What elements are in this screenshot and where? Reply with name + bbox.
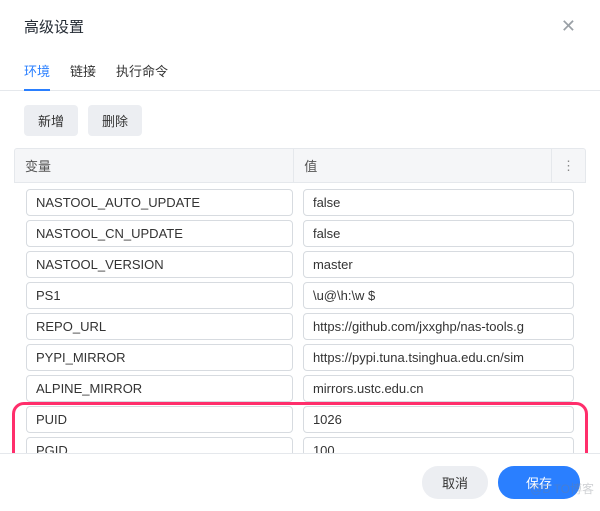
table-row[interactable]: NASTOOL_AUTO_UPDATE false <box>16 189 584 216</box>
table-row[interactable]: NASTOOL_VERSION master <box>16 251 584 278</box>
table-row[interactable]: PGID 100 <box>16 437 584 453</box>
dialog-header: 高级设置 ✕ <box>0 0 600 53</box>
table-row[interactable]: ALPINE_MIRROR mirrors.ustc.edu.cn <box>16 375 584 402</box>
env-table: 变量 值 ⋮ NASTOOL_AUTO_UPDATEfalseNASTOOL_C… <box>0 148 600 453</box>
tab-exec[interactable]: 执行命令 <box>116 53 168 90</box>
env-var-name[interactable]: NASTOOL_AUTO_UPDATE <box>26 189 293 216</box>
table-header-row: 变量 值 ⋮ <box>14 148 586 183</box>
cancel-button[interactable]: 取消 <box>422 466 488 499</box>
env-var-name[interactable]: PUID <box>26 406 293 433</box>
add-button[interactable]: 新增 <box>24 105 78 136</box>
table-row[interactable]: PYPI_MIRROR https://pypi.tuna.tsinghua.ed… <box>16 344 584 371</box>
table-body: NASTOOL_AUTO_UPDATEfalseNASTOOL_CN_UPDAT… <box>14 183 586 453</box>
table-row[interactable]: NASTOOL_CN_UPDATE false <box>16 220 584 247</box>
env-var-value[interactable]: \u@\h:\w $ <box>303 282 574 309</box>
env-var-name[interactable]: PGID <box>26 437 293 453</box>
env-var-value[interactable]: master <box>303 251 574 278</box>
env-var-value[interactable]: mirrors.ustc.edu.cn <box>303 375 574 402</box>
tab-environment[interactable]: 环境 <box>24 53 50 90</box>
env-var-value[interactable]: false <box>303 220 574 247</box>
col-header-variable[interactable]: 变量 <box>15 149 294 182</box>
tab-links[interactable]: 链接 <box>70 53 96 90</box>
env-var-value[interactable]: https://pypi.tuna.tsinghua.edu.cn/sim <box>303 344 574 371</box>
env-var-name[interactable]: PYPI_MIRROR <box>26 344 293 371</box>
header-menu-icon[interactable]: ⋮ <box>552 151 585 181</box>
delete-button[interactable]: 删除 <box>88 105 142 136</box>
toolbar: 新增 删除 <box>0 91 600 148</box>
env-var-name[interactable]: PS1 <box>26 282 293 309</box>
env-var-name[interactable]: REPO_URL <box>26 313 293 340</box>
col-header-value[interactable]: 值 <box>294 149 552 182</box>
table-row[interactable]: PUID 1026 <box>16 406 584 433</box>
tabs-bar: 环境 链接 执行命令 <box>0 53 600 91</box>
close-icon[interactable]: ✕ <box>557 14 580 39</box>
env-var-name[interactable]: NASTOOL_VERSION <box>26 251 293 278</box>
env-var-name[interactable]: NASTOOL_CN_UPDATE <box>26 220 293 247</box>
dialog-title: 高级设置 <box>24 16 84 37</box>
env-var-value[interactable]: 1026 <box>303 406 574 433</box>
env-var-value[interactable]: false <box>303 189 574 216</box>
advanced-settings-dialog: 高级设置 ✕ 环境 链接 执行命令 新增 删除 变量 值 ⋮ NASTOOL_A… <box>0 0 600 511</box>
table-row[interactable]: PS1 \u@\h:\w $ <box>16 282 584 309</box>
env-var-name[interactable]: ALPINE_MIRROR <box>26 375 293 402</box>
save-button[interactable]: 保存 <box>498 466 580 499</box>
env-var-value[interactable]: 100 <box>303 437 574 453</box>
table-row[interactable]: REPO_URL https://github.com/jxxghp/nas-to… <box>16 313 584 340</box>
dialog-footer: 取消 保存 <box>0 453 600 511</box>
env-var-value[interactable]: https://github.com/jxxghp/nas-tools.g <box>303 313 574 340</box>
